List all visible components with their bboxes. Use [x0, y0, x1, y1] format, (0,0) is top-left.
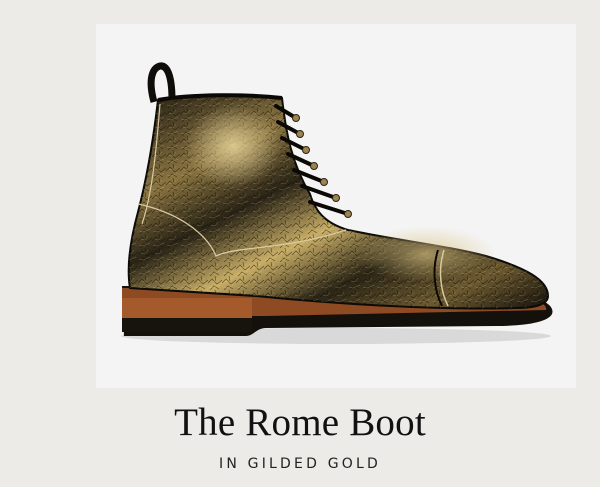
- boot-illustration: [121, 62, 553, 344]
- product-card[interactable]: The Rome Boot IN GILDED GOLD: [0, 0, 600, 487]
- product-title[interactable]: The Rome Boot: [0, 398, 600, 448]
- product-image[interactable]: [96, 24, 576, 388]
- heel-rubber: [122, 318, 252, 332]
- upper-highlight: [156, 104, 296, 224]
- vamp-highlight: [356, 226, 496, 282]
- heel-stack: [122, 298, 252, 318]
- product-subtitle: IN GILDED GOLD: [219, 456, 381, 472]
